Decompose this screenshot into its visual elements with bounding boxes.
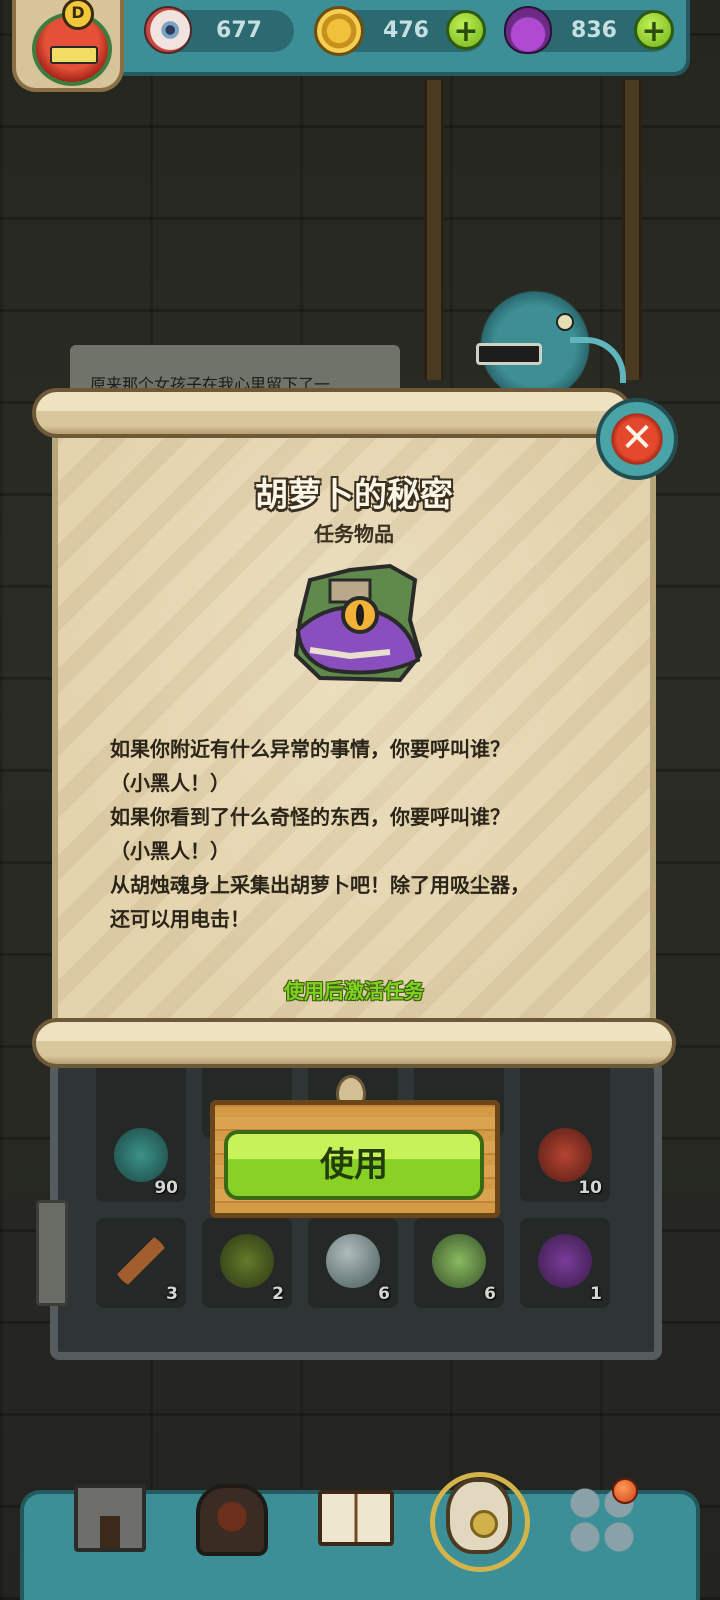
book-button[interactable] bbox=[314, 1478, 398, 1562]
inventory-latch[interactable] bbox=[36, 1200, 68, 1306]
inventory-slot[interactable]: 3 bbox=[96, 1218, 186, 1308]
furnace-icon bbox=[196, 1484, 268, 1556]
item-title: 胡萝卜的秘密 bbox=[255, 475, 453, 514]
bag-button[interactable] bbox=[430, 1462, 530, 1572]
inventory-slot[interactable]: 6 bbox=[308, 1218, 398, 1308]
coin-icon bbox=[314, 6, 364, 56]
coin-count: 476 bbox=[383, 18, 429, 43]
inventory-slot[interactable]: 2 bbox=[202, 1218, 292, 1308]
item-category: 任务物品 bbox=[314, 522, 394, 546]
scroll-bottom-rod bbox=[32, 1018, 676, 1068]
fish-monster bbox=[470, 285, 626, 395]
inventory-slot[interactable]: 10 bbox=[520, 1112, 610, 1202]
wooden-pole bbox=[622, 80, 642, 380]
avatar-teeth bbox=[50, 46, 98, 64]
resource-bar: 677 476 + 836 + bbox=[60, 0, 690, 76]
bag-icon bbox=[446, 1478, 512, 1554]
monster-mouth bbox=[476, 343, 542, 365]
plant-item-icon bbox=[220, 1234, 274, 1288]
description-line: （小黑人！） bbox=[110, 839, 230, 863]
potion-icon bbox=[504, 6, 552, 54]
inventory-slot[interactable]: 1 bbox=[520, 1218, 610, 1308]
description-line: 从胡烛魂身上采集出胡萝卜吧！除了用吸尘器， bbox=[110, 873, 530, 897]
item-count: 3 bbox=[166, 1284, 178, 1304]
close-button[interactable]: ✕ bbox=[596, 398, 678, 480]
item-count: 90 bbox=[154, 1178, 178, 1198]
shop-icon bbox=[74, 1484, 146, 1552]
flower-item-icon bbox=[538, 1234, 592, 1288]
description-line: （小黑人！） bbox=[110, 771, 230, 795]
carrot-secret-item-icon bbox=[293, 563, 423, 683]
book-icon bbox=[318, 1490, 394, 1546]
feather-item-icon bbox=[114, 1234, 168, 1288]
slime-item-icon bbox=[114, 1128, 168, 1182]
item-count: 1 bbox=[590, 1284, 602, 1304]
item-count: 10 bbox=[578, 1178, 602, 1198]
description-line: 还可以用电击！ bbox=[110, 907, 250, 931]
urchin-item-icon bbox=[538, 1128, 592, 1182]
potion-count: 836 bbox=[571, 18, 617, 43]
orb-item-icon bbox=[326, 1234, 380, 1288]
use-button[interactable]: 使用 bbox=[224, 1130, 484, 1200]
activate-quest-note: 使用后激活任务 bbox=[284, 979, 424, 1003]
add-potion-button[interactable]: + bbox=[634, 10, 674, 50]
jar-item-icon bbox=[432, 1234, 486, 1288]
inventory-slot[interactable]: 6 bbox=[414, 1218, 504, 1308]
shop-button[interactable] bbox=[68, 1478, 152, 1562]
scroll-top-rod bbox=[32, 388, 632, 438]
add-coin-button[interactable]: + bbox=[446, 10, 486, 50]
close-icon: ✕ bbox=[620, 415, 654, 461]
item-count: 2 bbox=[272, 1284, 284, 1304]
item-count: 6 bbox=[484, 1284, 496, 1304]
description-line: 如果你看到了什么奇怪的东西，你要呼叫谁？ bbox=[110, 805, 510, 829]
inventory-slot[interactable]: 90 bbox=[96, 1112, 186, 1202]
notification-dot bbox=[612, 1478, 638, 1504]
description-line: 如果你附近有什么异常的事情，你要呼叫谁？ bbox=[110, 737, 510, 761]
eyeball-count: 677 bbox=[216, 18, 262, 43]
monster-eye bbox=[556, 313, 574, 331]
item-description: 如果你附近有什么异常的事情，你要呼叫谁？ （小黑人！） 如果你看到了什么奇怪的东… bbox=[110, 732, 590, 936]
eyeball-icon bbox=[144, 6, 192, 54]
furnace-button[interactable] bbox=[190, 1478, 274, 1562]
player-avatar[interactable]: D bbox=[12, 0, 124, 92]
item-count: 6 bbox=[378, 1284, 390, 1304]
wooden-pole bbox=[424, 80, 444, 380]
